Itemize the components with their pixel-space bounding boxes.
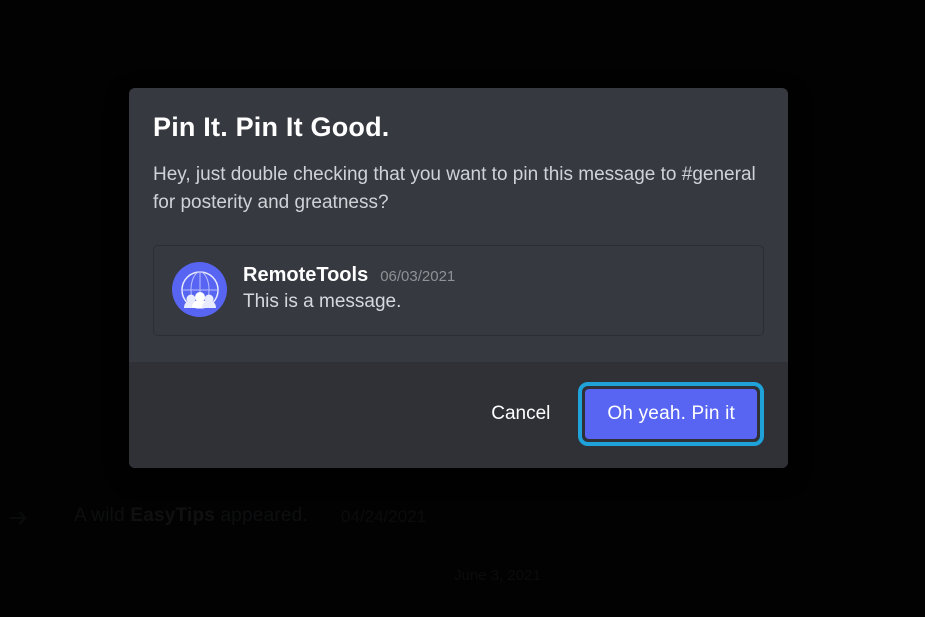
message-timestamp: 06/03/2021	[380, 268, 455, 285]
message-preview: RemoteTools 06/03/2021 This is a message…	[153, 245, 764, 336]
modal-description: Hey, just double checking that you want …	[153, 161, 764, 217]
confirm-button-focus-ring: Oh yeah. Pin it	[578, 382, 764, 446]
modal-body: Pin It. Pin It Good. Hey, just double ch…	[129, 88, 788, 362]
message-author: RemoteTools	[243, 264, 368, 287]
modal-title: Pin It. Pin It Good.	[153, 112, 764, 143]
pin-confirm-modal: Pin It. Pin It Good. Hey, just double ch…	[129, 88, 788, 468]
message-text: This is a message.	[243, 291, 745, 313]
message-header: RemoteTools 06/03/2021	[243, 264, 745, 287]
confirm-pin-button[interactable]: Oh yeah. Pin it	[585, 389, 757, 439]
avatar	[172, 262, 227, 317]
message-content: RemoteTools 06/03/2021 This is a message…	[243, 262, 745, 313]
cancel-button[interactable]: Cancel	[487, 395, 554, 433]
modal-footer: Cancel Oh yeah. Pin it	[129, 362, 788, 468]
